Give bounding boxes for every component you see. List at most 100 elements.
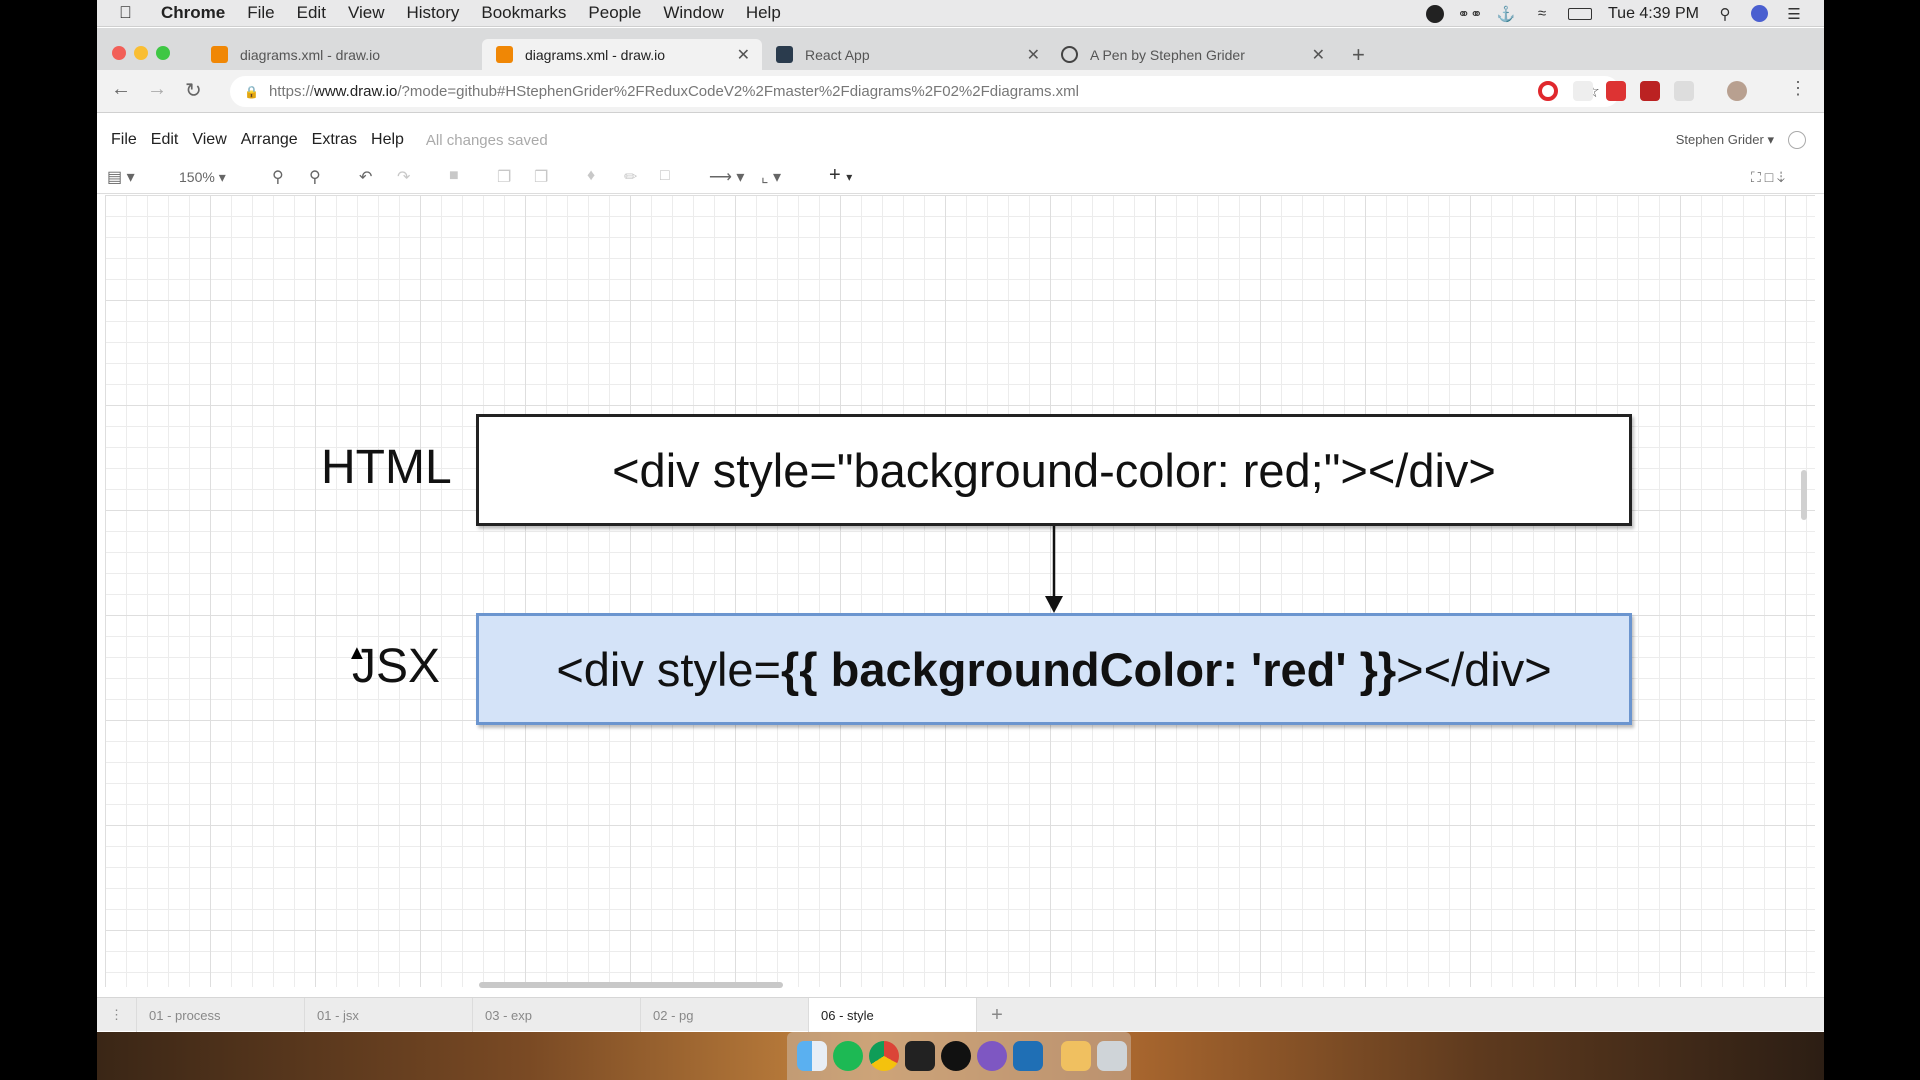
shadow-icon[interactable]: □ <box>660 167 670 185</box>
camera-icon[interactable] <box>1425 4 1444 23</box>
url-field[interactable]: 🔒 https://www.draw.io/?mode=github#HStep… <box>230 76 1620 107</box>
wifi-icon[interactable]: ≈ <box>1532 5 1552 23</box>
delete-icon[interactable]: ■ <box>449 167 459 185</box>
page-tab-style[interactable]: 06 - style <box>809 998 977 1032</box>
vscode-icon[interactable] <box>1013 1041 1043 1071</box>
chrome-icon[interactable] <box>869 1041 899 1071</box>
glasses-icon[interactable]: ⚭⚭ <box>1457 5 1482 23</box>
screen:  Chrome File Edit View History Bookmark… <box>97 0 1824 1080</box>
new-tab-button[interactable]: + <box>1352 42 1365 68</box>
tab-title: diagrams.xml - draw.io <box>240 46 381 63</box>
terminal-icon[interactable] <box>905 1041 935 1071</box>
trash-icon[interactable] <box>1097 1041 1127 1071</box>
drawio-menu-help[interactable]: Help <box>371 131 404 149</box>
gray-extension-icon[interactable] <box>1674 81 1694 101</box>
compass-icon[interactable] <box>977 1041 1007 1071</box>
react-icon <box>776 46 793 63</box>
mouse-cursor-icon: ▲ <box>347 642 367 664</box>
back-button[interactable]: ← <box>111 78 131 101</box>
menu-app-name[interactable]: Chrome <box>161 3 225 23</box>
drawio-menu-view[interactable]: View <box>192 131 226 149</box>
folder-icon[interactable] <box>1061 1041 1091 1071</box>
drawio-menu-extras[interactable]: Extras <box>312 131 357 149</box>
menu-history[interactable]: History <box>406 3 459 23</box>
user-name: Stephen Grider <box>1675 132 1764 147</box>
connection-icon[interactable]: ⟶ ▾ <box>709 167 744 187</box>
tab-codepen[interactable]: A Pen by Stephen Grider ✕ <box>1047 39 1337 70</box>
apple-icon[interactable]:  <box>119 3 149 23</box>
tab-strip: diagrams.xml - draw.io ✕ diagrams.xml - … <box>97 28 1824 70</box>
jsx-code-bold: {{ backgroundColor: 'red' }} <box>781 642 1397 696</box>
close-tab-icon[interactable]: ✕ <box>1312 45 1325 65</box>
drawio-menubar: File Edit View Arrange Extras Help All c… <box>97 124 1824 156</box>
finder-icon[interactable] <box>797 1041 827 1071</box>
siri-icon[interactable] <box>1751 5 1768 22</box>
chrome-menu-icon[interactable]: ⋮ <box>1789 78 1807 99</box>
page-tab-jsx[interactable]: 01 - jsx <box>305 998 473 1032</box>
drawio-menu-edit[interactable]: Edit <box>151 131 179 149</box>
menu-view[interactable]: View <box>348 3 385 23</box>
drawio-menu-arrange[interactable]: Arrange <box>241 131 298 149</box>
vertical-scrollbar[interactable] <box>1801 470 1807 520</box>
connector-arrow[interactable] <box>105 195 1815 987</box>
battery-icon[interactable] <box>1567 7 1592 20</box>
spotify-icon[interactable] <box>833 1041 863 1071</box>
lock-icon[interactable]: 🔒 <box>244 85 259 99</box>
page-tab-pg[interactable]: 02 - pg <box>641 998 809 1032</box>
forward-button[interactable]: → <box>147 78 167 101</box>
waypoints-icon[interactable]: ⌞ ▾ <box>761 167 781 187</box>
jsx-code-box[interactable]: <div style={{ backgroundColor: 'red' }} >… <box>476 613 1632 725</box>
horizontal-scrollbar[interactable] <box>479 982 783 988</box>
pages-menu-icon[interactable]: ⋮ <box>97 998 137 1032</box>
menu-bookmarks[interactable]: Bookmarks <box>481 3 566 23</box>
url-path: /?mode=github#HStephenGrider%2FReduxCode… <box>397 83 1079 100</box>
tab-diagrams-2[interactable]: diagrams.xml - draw.io ✕ <box>482 39 762 70</box>
undo-icon[interactable]: ↶ <box>359 167 372 187</box>
clock[interactable]: Tue 4:39 PM <box>1608 5 1699 23</box>
notification-center-icon[interactable]: ☰ <box>1784 5 1804 23</box>
to-back-icon[interactable]: ❐ <box>534 167 548 187</box>
close-tab-icon[interactable]: ✕ <box>1027 45 1040 65</box>
menu-help[interactable]: Help <box>746 3 781 23</box>
save-status: All changes saved <box>425 131 548 149</box>
tab-react-app[interactable]: React App ✕ <box>762 39 1052 70</box>
redo-icon[interactable]: ↷ <box>397 167 410 187</box>
close-window-button[interactable] <box>112 46 126 60</box>
close-tab-icon[interactable]: ✕ <box>737 45 750 65</box>
fill-color-icon[interactable]: ♦ <box>587 167 595 185</box>
red-extension-icon[interactable] <box>1606 81 1626 101</box>
tab-title: React App <box>805 46 870 63</box>
zoom-window-button[interactable] <box>156 46 170 60</box>
css-extension-icon[interactable] <box>1573 81 1593 101</box>
line-color-icon[interactable]: ✏ <box>624 167 637 187</box>
page-tab-exp[interactable]: 03 - exp <box>473 998 641 1032</box>
reload-button[interactable]: ↻ <box>185 78 202 103</box>
format-panel-toggle-icon[interactable]: ▤ ▾ <box>107 167 135 187</box>
add-page-button[interactable]: + <box>977 998 1017 1032</box>
fullscreen-icon[interactable]: ⛶ □ ⇣ <box>1751 169 1785 186</box>
shield-extension-icon[interactable] <box>1640 81 1660 101</box>
obs-icon[interactable] <box>941 1041 971 1071</box>
user-menu[interactable]: Stephen Grider ▾ <box>1676 132 1774 148</box>
opera-extension-icon[interactable] <box>1538 81 1558 101</box>
to-front-icon[interactable]: ❐ <box>497 167 511 187</box>
menu-people[interactable]: People <box>588 3 641 23</box>
zoom-in-icon[interactable]: ⚲ <box>272 167 284 187</box>
menu-file[interactable]: File <box>247 3 274 23</box>
profile-avatar[interactable] <box>1727 81 1747 101</box>
zoom-select[interactable]: 150% ▾ <box>179 169 226 186</box>
globe-icon[interactable] <box>1788 131 1806 149</box>
minimize-window-button[interactable] <box>134 46 148 60</box>
menu-edit[interactable]: Edit <box>297 3 326 23</box>
diagram-canvas[interactable]: HTML <div style="background-color: red;"… <box>105 195 1815 988</box>
zoom-out-icon[interactable]: ⚲ <box>309 167 321 187</box>
jsx-code-pre: <div style= <box>556 642 782 696</box>
spotlight-search-icon[interactable]: ⚲ <box>1715 5 1735 23</box>
menu-window[interactable]: Window <box>663 3 723 23</box>
drawio-icon <box>211 46 228 63</box>
docker-icon[interactable]: ⚓ <box>1496 5 1516 23</box>
drawio-menu-file[interactable]: File <box>111 131 137 149</box>
insert-icon[interactable]: + ▾ <box>829 164 852 187</box>
page-tab-process[interactable]: 01 - process <box>137 998 305 1032</box>
zoom-level: 150% <box>179 169 215 185</box>
